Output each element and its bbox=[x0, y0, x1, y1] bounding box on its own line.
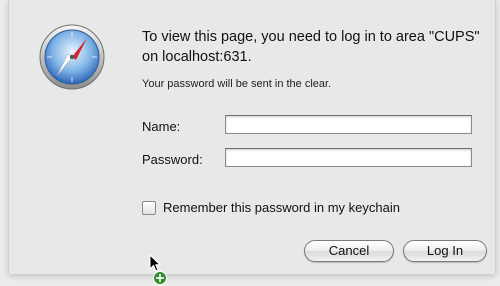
remember-password-label[interactable]: Remember this password in my keychain bbox=[163, 200, 400, 215]
security-note: Your password will be sent in the clear. bbox=[142, 78, 332, 90]
cancel-button[interactable]: Cancel bbox=[304, 240, 394, 262]
name-label: Name: bbox=[142, 119, 181, 134]
log-in-button[interactable]: Log In bbox=[403, 240, 487, 262]
password-field[interactable] bbox=[225, 148, 472, 167]
safari-compass-icon bbox=[39, 24, 105, 90]
name-field[interactable] bbox=[225, 115, 472, 134]
dialog-message: To view this page, you need to log in to… bbox=[142, 29, 480, 65]
remember-password-checkbox[interactable] bbox=[142, 201, 156, 215]
password-label: Password: bbox=[142, 152, 203, 167]
arrow-cursor-with-add-badge-icon bbox=[149, 254, 167, 285]
login-dialog: To view this page, you need to log in to… bbox=[8, 0, 496, 274]
